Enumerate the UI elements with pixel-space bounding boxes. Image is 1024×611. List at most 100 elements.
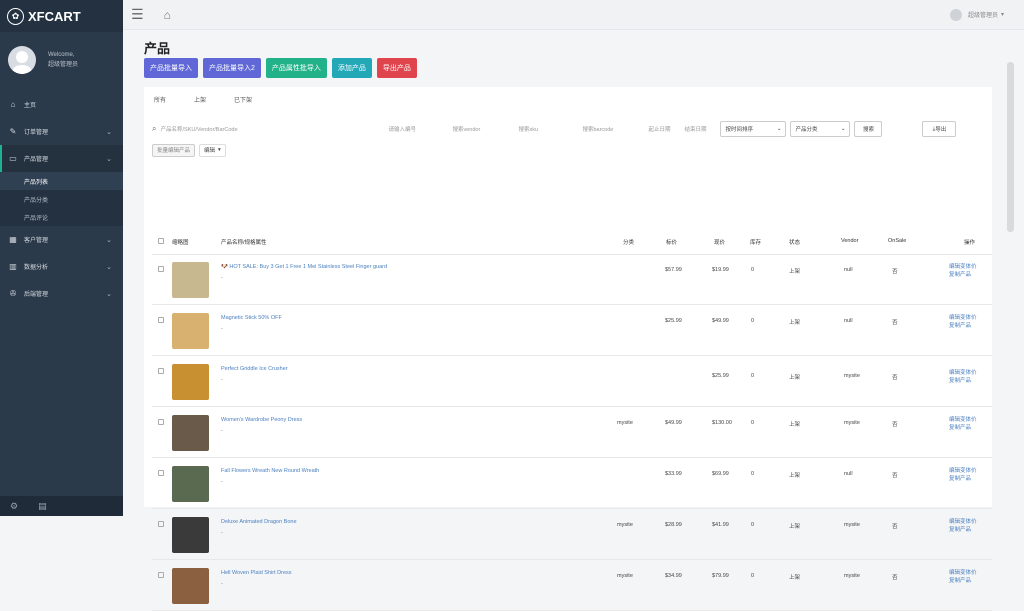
product-name-link[interactable]: Hell Woven Plaid Shirt Dress	[221, 570, 481, 576]
caret-down-icon: ▾	[218, 147, 221, 153]
current-price: $130.00	[712, 420, 732, 426]
logo[interactable]: ✿ XFCART	[0, 0, 123, 32]
edit-variant-link[interactable]: 编辑变体价	[949, 569, 977, 577]
copy-product-link[interactable]: 复制产品	[949, 424, 971, 432]
edit-variant-link[interactable]: 编辑变体价	[949, 518, 977, 526]
add-product-button[interactable]: 添加产品	[331, 58, 372, 78]
bulk-edit-button[interactable]: 批量编辑产品	[152, 143, 196, 157]
vendor-value: null	[844, 471, 853, 477]
products-submenu: 产品列表 产品分类 产品评论	[0, 172, 123, 226]
edit-variant-link[interactable]: 编辑变体价	[949, 314, 977, 322]
sidebar-subitem-product-category[interactable]: 产品分类	[0, 190, 123, 208]
product-name-link[interactable]: Perfect Griddle Ice Crusher	[221, 366, 481, 372]
variant-import-button[interactable]: 产品属性批导入	[265, 58, 327, 78]
compare-price: $49.99	[665, 420, 682, 426]
tab-all[interactable]: 所有	[154, 95, 166, 104]
col-actions: 操作	[964, 240, 976, 246]
edit-variant-link[interactable]: 编辑变体价	[949, 416, 977, 424]
status-tabs: 所有 上架 已下架	[144, 87, 992, 111]
compare-price: $33.99	[665, 471, 682, 477]
sidebar-subitem-product-list[interactable]: 产品列表	[0, 172, 123, 190]
current-price: $69.99	[712, 471, 729, 477]
product-category: mysite	[617, 522, 633, 528]
tab-listed[interactable]: 上架	[194, 95, 206, 104]
row-checkbox[interactable]	[158, 368, 164, 374]
row-checkbox[interactable]	[158, 572, 164, 578]
onsale-value: 否	[892, 375, 898, 381]
gear-icon[interactable]: ⚙	[10, 501, 18, 512]
copy-product-link[interactable]: 复制产品	[949, 577, 971, 585]
row-checkbox[interactable]	[158, 521, 164, 527]
product-name-link[interactable]: Fall Flowers Wreath New Round Wreath	[221, 468, 481, 474]
col-vendor: Vendor	[841, 238, 859, 244]
category-select[interactable]: 产品分类 ⌄	[790, 121, 851, 137]
sku-input[interactable]: 搜索sku	[518, 122, 582, 137]
sidebar-item-analytics[interactable]: ▥ 数据分析 ⌄	[0, 253, 123, 280]
product-name-link[interactable]: Magnetic Stick 50% OFF	[221, 315, 481, 321]
row-checkbox[interactable]	[158, 419, 164, 425]
bulk-action-select[interactable]: 编辑 ▾	[199, 143, 226, 157]
vendor-value: mysite	[844, 420, 860, 426]
current-price: $79.99	[712, 573, 729, 579]
copy-product-link[interactable]: 复制产品	[949, 475, 971, 483]
copy-product-link[interactable]: 复制产品	[949, 526, 971, 534]
onsale-value: 否	[892, 320, 898, 326]
copy-product-link[interactable]: 复制产品	[949, 377, 971, 385]
sidebar-item-label: 客户管理	[24, 238, 49, 244]
bulk-import-button[interactable]: 产品批量导入	[144, 58, 198, 78]
product-name-link[interactable]: Deluxe Animated Dragon Bone	[221, 519, 481, 525]
stock-value: 0	[751, 420, 755, 426]
compare-price: $25.99	[665, 318, 682, 324]
number-input[interactable]: 请输入编号	[388, 122, 452, 137]
avatar	[949, 8, 962, 21]
status-value: 上架	[789, 575, 801, 581]
sidebar-item-customers[interactable]: ▦ 客户管理 ⌄	[0, 226, 123, 253]
vendor-input[interactable]: 搜索vendor	[452, 122, 518, 137]
copy-product-link[interactable]: 复制产品	[949, 322, 971, 330]
home-icon[interactable]: ⌂	[164, 8, 171, 22]
table-row: 🐶 HOT SALE: Buy 3 Get 1 Free 1 Mei Stain…	[144, 254, 992, 305]
copy-product-link[interactable]: 复制产品	[949, 271, 971, 279]
spec-placeholder: -	[221, 581, 223, 587]
status-value: 上架	[789, 375, 801, 381]
edit-variant-link[interactable]: 编辑变体价	[949, 369, 977, 377]
spec-placeholder: -	[221, 530, 223, 536]
export-products-button[interactable]: 导出产品	[376, 58, 417, 78]
search-input[interactable]: 产品名称/SKU/Vendor/BarCode	[160, 122, 388, 137]
topbar-user-menu[interactable]: 超级管理员 ▾	[949, 8, 1004, 21]
edit-variant-link[interactable]: 编辑变体价	[949, 263, 977, 271]
sidebar-item-home[interactable]: ⌂ 主页	[0, 91, 123, 118]
sidebar-nav: ⌂ 主页 ✎ 订单管理 ⌄ ▭ 产品管理 ⌄ 产品列表 产品分类 产品评论 ▦ 客户管理 ⌄ …	[0, 91, 123, 307]
status-value: 上架	[789, 422, 801, 428]
row-checkbox[interactable]	[158, 266, 164, 272]
sort-select[interactable]: 按时间排序 ⌄	[720, 121, 787, 137]
end-date-input[interactable]: 结束日期	[684, 122, 720, 137]
bulk-import-2-button[interactable]: 产品批量导入2	[203, 58, 261, 78]
spec-placeholder: -	[221, 326, 223, 332]
product-card: 所有 上架 已下架 ⌕ 产品名称/SKU/Vendor/BarCode 请输入编…	[144, 87, 992, 611]
tab-unlisted[interactable]: 已下架	[234, 95, 252, 104]
barcode-input[interactable]: 搜索barcode	[582, 122, 648, 137]
scrollbar[interactable]	[1007, 62, 1014, 232]
document-icon[interactable]: ▤	[38, 501, 47, 512]
select-all-checkbox[interactable]	[158, 238, 164, 244]
product-name-link[interactable]: 🐶 HOT SALE: Buy 3 Get 1 Free 1 Mei Stain…	[221, 264, 481, 270]
product-name-link[interactable]: Women's Wardrobe Peony Dress	[221, 417, 481, 423]
row-checkbox[interactable]	[158, 317, 164, 323]
search-button[interactable]: 搜索	[854, 121, 883, 137]
product-thumbnail	[172, 313, 209, 349]
hamburger-menu-icon[interactable]: ☰	[131, 6, 144, 23]
edit-variant-link[interactable]: 编辑变体价	[949, 467, 977, 475]
col-thumbnail: 缩略图	[172, 240, 189, 246]
row-checkbox[interactable]	[158, 470, 164, 476]
sidebar-item-label: 数据分析	[24, 265, 49, 271]
chevron-down-icon: ⌄	[106, 263, 112, 271]
sidebar-subitem-product-reviews[interactable]: 产品评论	[0, 208, 123, 226]
export-button[interactable]: ⤓ 导出	[922, 121, 957, 137]
sidebar-item-orders[interactable]: ✎ 订单管理 ⌄	[0, 118, 123, 145]
user-panel: Welcome, 超级管理员	[0, 32, 123, 87]
sidebar-item-backend[interactable]: ✇ 后端管理 ⌄	[0, 280, 123, 307]
start-date-input[interactable]: 起止日期	[648, 122, 684, 137]
sidebar-item-products[interactable]: ▭ 产品管理 ⌄	[0, 145, 123, 172]
current-price: $49.99	[712, 318, 729, 324]
